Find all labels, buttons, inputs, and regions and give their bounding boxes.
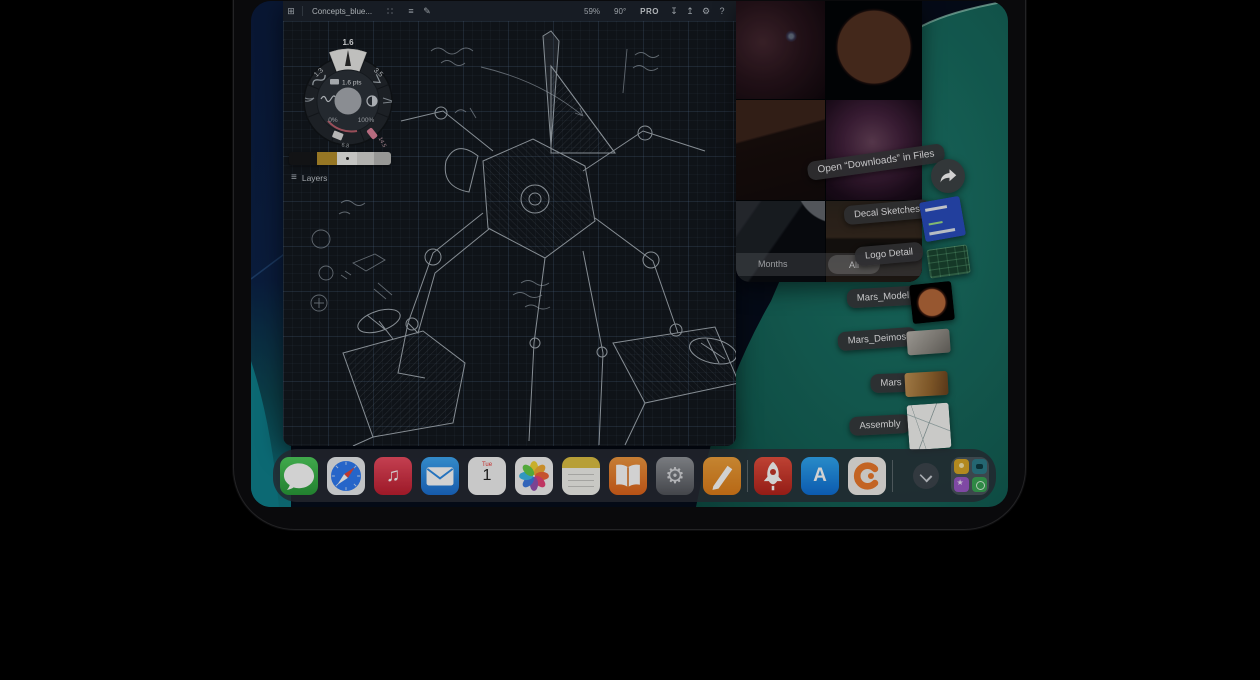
canvas-rotation[interactable]: 90° [614,7,626,16]
titlebar-divider [302,6,303,16]
swatch-dark[interactable] [289,152,317,165]
notes-app-icon[interactable] [562,457,600,495]
pen-icon [703,457,741,495]
orange-c-icon [848,457,886,495]
messages-app-icon[interactable] [280,457,318,495]
ipad-device-frame: ⊞ Concepts_blue... ≡ ✎ 59% 90° PRO ↧ ↥ ⚙… [233,0,1026,530]
envelope-icon [421,457,459,495]
app-library-mini-star [954,477,969,492]
safari-app-icon[interactable] [327,457,365,495]
rocket-app-icon[interactable] [754,457,792,495]
app-store-icon[interactable]: A [801,457,839,495]
export-icon[interactable]: ↥ [682,6,698,17]
swatch-white-selected[interactable] [337,152,357,165]
dock-divider [892,460,893,492]
active-size-label: 1.6 [342,38,354,47]
stroke-width-value: 1.6 pts [342,80,362,87]
tool-wheel[interactable]: 1.6 1.3 3.5 [293,36,403,156]
mail-app-icon[interactable] [421,457,459,495]
app-library-mini-clock [972,477,987,492]
drag-dim-overlay [736,1,922,282]
swatch-gold[interactable] [317,152,337,165]
wheel-center-knob[interactable] [335,88,362,115]
photos-app-window: Months All [736,1,922,282]
calendar-day: 1 [468,468,506,483]
open-book-icon [609,457,647,495]
settings-app-icon[interactable]: ⚙ [656,457,694,495]
app-library-icon[interactable] [951,457,989,495]
stroke-menu-icon[interactable]: ≡ [403,6,419,16]
app-library-mini-yellow [954,459,969,474]
ipad-screen: ⊞ Concepts_blue... ≡ ✎ 59% 90° PRO ↧ ↥ ⚙… [251,1,1008,507]
opacity-max-label: 100% [358,117,375,124]
drag-thumb-mars-deimos[interactable] [906,329,951,356]
concepts-titlebar: ⊞ Concepts_blue... ≡ ✎ 59% 90° PRO ↧ ↥ ⚙… [283,1,736,21]
swatch-gray[interactable] [374,152,391,165]
layers-label: Layers [302,173,328,183]
compass-icon [327,457,365,495]
color-palette-strip [289,152,391,165]
drag-thumb-assembly[interactable] [906,403,951,451]
dock: ♫ Tue 1 [273,449,996,502]
eraser-size-label: 14.5 [377,136,387,148]
books-app-icon[interactable] [609,457,647,495]
photos-app-icon[interactable] [515,457,553,495]
segment-months[interactable]: Months [758,259,788,269]
app-library-mini-camera [972,459,987,474]
drag-thumb-mars-model[interactable] [909,281,955,324]
drag-thumb-logo-detail[interactable] [926,244,971,278]
flower-icon [515,457,553,495]
opacity-min-label: 0% [328,117,338,124]
layers-menu-icon: ≡ [291,172,297,183]
import-icon[interactable]: ↧ [666,6,682,17]
pages-app-icon[interactable] [703,457,741,495]
music-app-icon[interactable]: ♫ [374,457,412,495]
precision-grid-icon[interactable] [386,7,395,16]
concepts-app-window: ⊞ Concepts_blue... ≡ ✎ 59% 90° PRO ↧ ↥ ⚙… [283,1,736,446]
share-forward-button[interactable] [931,159,965,193]
page: ⊞ Concepts_blue... ≡ ✎ 59% 90° PRO ↧ ↥ ⚙… [0,0,1260,680]
pen-mode-icon[interactable]: ✎ [419,6,435,17]
music-note-icon: ♫ [386,465,400,487]
settings-icon[interactable]: ⚙ [698,6,714,17]
drag-thumb-decal-sketches[interactable] [919,196,966,243]
bottom-size-label: 6.8 [341,142,350,149]
drag-thumb-mars[interactable] [904,371,948,397]
document-title[interactable]: Concepts_blue... [312,7,372,16]
calendar-app-icon[interactable]: Tue 1 [468,457,506,495]
chevron-down-button[interactable] [913,463,939,489]
gear-icon: ⚙ [665,463,685,489]
help-icon[interactable]: ? [714,6,730,16]
drag-item-label[interactable]: Assembly [849,414,911,436]
pro-badge[interactable]: PRO [640,7,659,16]
concepts-app-icon[interactable] [848,457,886,495]
app-store-a-icon: A [813,465,827,487]
dock-divider [747,460,748,492]
app-grid-icon[interactable]: ⊞ [283,6,299,17]
layers-button[interactable]: ≡ Layers [291,172,327,183]
speech-bubble-icon [280,457,318,495]
drawing-canvas[interactable]: 1.6 1.3 3.5 [283,21,736,446]
forward-arrow-icon [939,168,957,184]
rocket-icon [754,457,792,495]
zoom-level[interactable]: 59% [584,7,600,16]
swatch-lightgray[interactable] [357,152,374,165]
